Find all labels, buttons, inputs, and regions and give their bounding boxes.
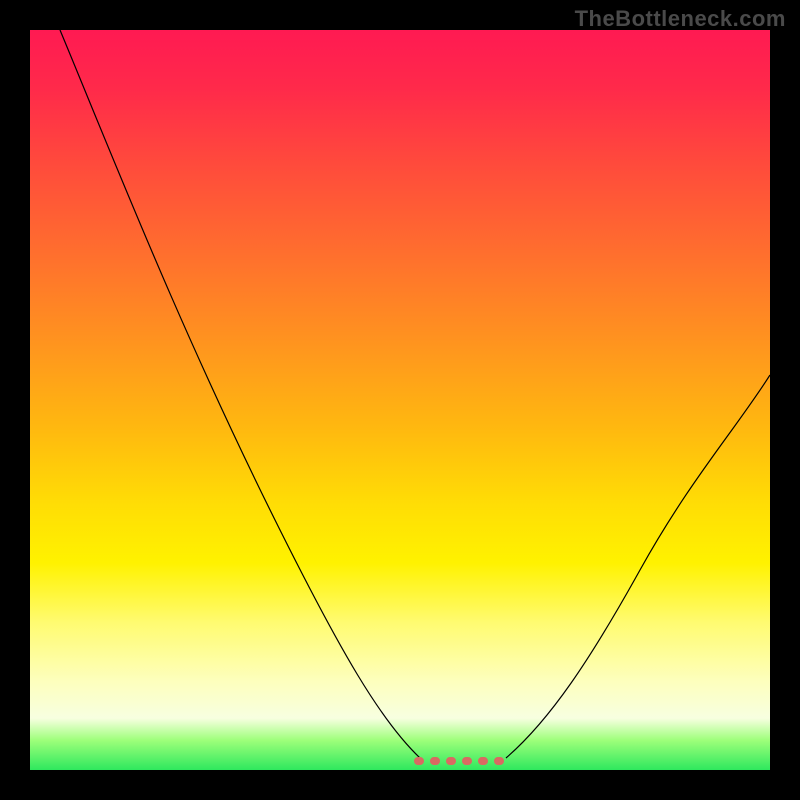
- chart-frame: TheBottleneck.com: [0, 0, 800, 800]
- curve-left-limb: [60, 30, 420, 758]
- curve-svg: [30, 30, 770, 770]
- curve-right-limb: [506, 375, 770, 758]
- watermark-text: TheBottleneck.com: [575, 6, 786, 32]
- plot-area: [30, 30, 770, 770]
